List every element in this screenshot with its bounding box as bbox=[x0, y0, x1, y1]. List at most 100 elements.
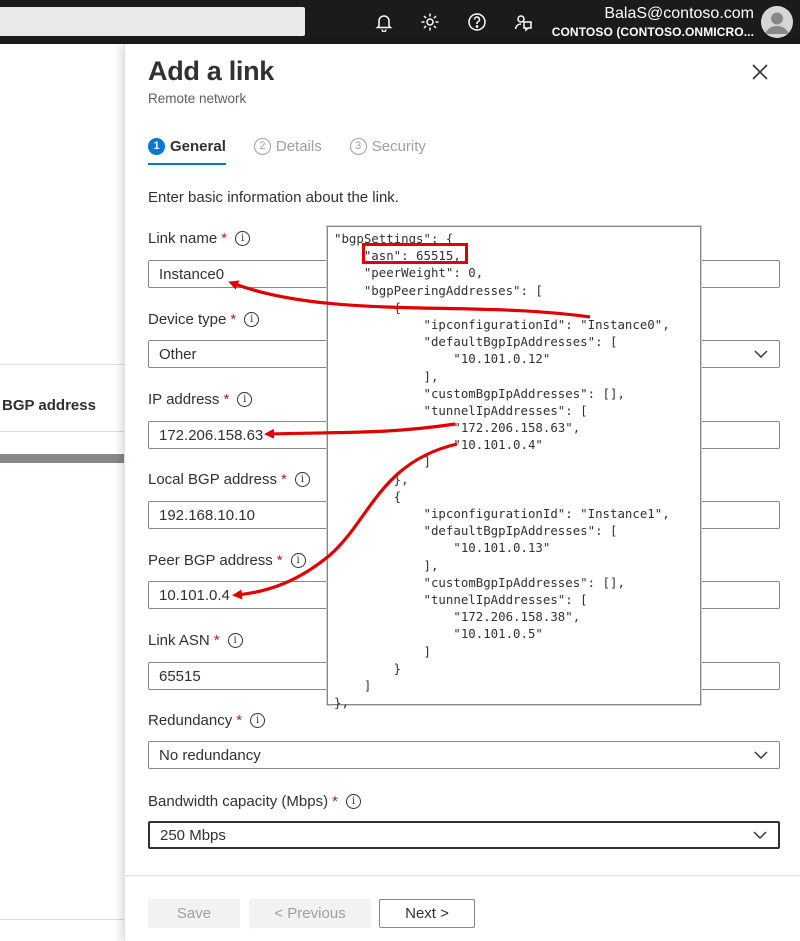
horizontal-scrollbar[interactable] bbox=[0, 454, 124, 463]
label-text: Link name bbox=[148, 230, 218, 247]
info-icon[interactable]: i bbox=[227, 633, 243, 648]
info-icon[interactable]: i bbox=[235, 231, 251, 246]
code-line: "defaultBgpIpAddresses": [ bbox=[334, 523, 618, 539]
code-line: "172.206.158.38", bbox=[334, 609, 581, 625]
chevron-down-icon bbox=[754, 350, 768, 358]
bell-icon[interactable] bbox=[370, 8, 398, 36]
code-line: "ipconfigurationId": "Instance0", bbox=[334, 316, 670, 332]
label-text: Local BGP address bbox=[148, 471, 277, 488]
code-line: "tunnelIpAddresses": [ bbox=[334, 402, 588, 418]
tab-label: General bbox=[170, 137, 226, 155]
feedback-icon[interactable] bbox=[509, 8, 537, 36]
select-value: Other bbox=[159, 345, 197, 363]
user-tenant[interactable]: CONTOSO (CONTOSO.ONMICRO... bbox=[552, 25, 754, 39]
chevron-down-icon bbox=[753, 831, 767, 839]
link-asn-label: Link ASN * i bbox=[148, 632, 243, 649]
user-email[interactable]: BalaS@contoso.com bbox=[604, 5, 754, 23]
info-icon[interactable]: i bbox=[294, 472, 310, 487]
code-line: { bbox=[334, 299, 402, 315]
code-line: "defaultBgpIpAddresses": [ bbox=[334, 334, 618, 350]
code-line: ] bbox=[334, 643, 431, 659]
help-icon[interactable] bbox=[463, 8, 491, 36]
required-mark: * bbox=[223, 391, 230, 408]
label-text: Peer BGP address bbox=[148, 552, 273, 569]
select-value: No redundancy bbox=[159, 746, 261, 764]
save-button[interactable]: Save bbox=[148, 899, 240, 928]
gear-icon[interactable] bbox=[416, 8, 444, 36]
footer-divider bbox=[125, 875, 800, 876]
code-line: } bbox=[334, 660, 402, 676]
close-icon[interactable] bbox=[750, 62, 770, 82]
column-header-bgp-address: BGP address bbox=[2, 397, 96, 414]
code-line: "asn": 65515, bbox=[334, 248, 461, 264]
required-mark: * bbox=[236, 712, 243, 729]
code-line: "ipconfigurationId": "Instance1", bbox=[334, 506, 670, 521]
label-text: Device type bbox=[148, 311, 227, 328]
divider bbox=[0, 364, 124, 365]
code-line: "customBgpIpAddresses": [], bbox=[334, 385, 625, 401]
bandwidth-select[interactable]: 250 Mbps bbox=[148, 821, 780, 849]
previous-button[interactable]: < Previous bbox=[249, 899, 371, 928]
code-line: "bgpPeeringAddresses": [ bbox=[334, 282, 543, 298]
step-number: 2 bbox=[253, 137, 271, 155]
code-line: ], bbox=[334, 368, 439, 384]
tab-label: Security bbox=[371, 137, 426, 155]
tab-security[interactable]: 3 Security bbox=[349, 132, 426, 160]
required-mark: * bbox=[280, 471, 287, 488]
code-line: "customBgpIpAddresses": [], bbox=[334, 574, 625, 590]
ip-address-label: IP address * i bbox=[148, 391, 253, 408]
info-icon[interactable]: i bbox=[290, 553, 306, 568]
code-line: "172.206.158.63", bbox=[334, 420, 581, 436]
redundancy-label: Redundancy * i bbox=[148, 712, 266, 729]
label-text: Link ASN bbox=[148, 632, 210, 649]
code-line: }, bbox=[334, 471, 409, 487]
json-code: "bgpSettings": { "asn": 65515, "peerWeig… bbox=[334, 230, 670, 711]
code-line: ] bbox=[334, 454, 431, 470]
info-icon[interactable]: i bbox=[345, 794, 361, 809]
avatar[interactable] bbox=[761, 6, 793, 38]
code-line: }, bbox=[334, 695, 349, 711]
wizard-tabs: 1 General 2 Details 3 Security bbox=[148, 132, 426, 166]
required-mark: * bbox=[221, 230, 228, 247]
code-line: "10.101.0.4" bbox=[334, 437, 543, 453]
json-snippet-overlay: "bgpSettings": { "asn": 65515, "peerWeig… bbox=[327, 226, 701, 710]
device-type-label: Device type * i bbox=[148, 311, 260, 328]
divider bbox=[0, 919, 124, 920]
info-icon[interactable]: i bbox=[244, 312, 260, 327]
link-name-label: Link name * i bbox=[148, 230, 251, 247]
intro-text: Enter basic information about the link. bbox=[148, 189, 399, 206]
redundancy-select[interactable]: No redundancy bbox=[148, 741, 780, 769]
panel-title: Add a link bbox=[148, 56, 275, 86]
code-line: { bbox=[334, 488, 402, 504]
info-icon[interactable]: i bbox=[250, 713, 266, 728]
required-mark: * bbox=[276, 552, 283, 569]
required-mark: * bbox=[230, 311, 237, 328]
required-mark: * bbox=[213, 632, 220, 649]
chevron-down-icon bbox=[754, 751, 768, 759]
panel-subtitle: Remote network bbox=[148, 91, 247, 106]
bandwidth-label: Bandwidth capacity (Mbps) * i bbox=[148, 793, 361, 810]
tab-details[interactable]: 2 Details bbox=[253, 132, 322, 160]
search-box[interactable] bbox=[0, 7, 305, 36]
peer-bgp-address-label: Peer BGP address * i bbox=[148, 552, 306, 569]
info-icon[interactable]: i bbox=[237, 392, 253, 407]
divider bbox=[0, 431, 124, 432]
tab-general[interactable]: 1 General bbox=[148, 132, 226, 165]
code-line: "peerWeight": 0, bbox=[334, 265, 484, 281]
tab-label: Details bbox=[275, 137, 322, 155]
code-line: ], bbox=[334, 557, 439, 573]
code-line: ] bbox=[334, 677, 372, 693]
label-text: IP address bbox=[148, 391, 220, 408]
background-page: BGP address bbox=[0, 44, 124, 941]
required-mark: * bbox=[332, 793, 338, 810]
next-button[interactable]: Next > bbox=[379, 899, 475, 928]
step-number: 3 bbox=[349, 137, 367, 155]
code-line: "10.101.0.12" bbox=[334, 351, 551, 367]
code-line: "10.101.0.5" bbox=[334, 626, 543, 642]
label-text: Redundancy bbox=[148, 712, 233, 729]
code-line: "tunnelIpAddresses": [ bbox=[334, 591, 588, 607]
code-line: "10.101.0.13" bbox=[334, 540, 551, 556]
label-text: Bandwidth capacity (Mbps) bbox=[148, 793, 329, 810]
local-bgp-address-label: Local BGP address * i bbox=[148, 471, 310, 488]
code-line: "bgpSettings": { bbox=[334, 231, 454, 246]
